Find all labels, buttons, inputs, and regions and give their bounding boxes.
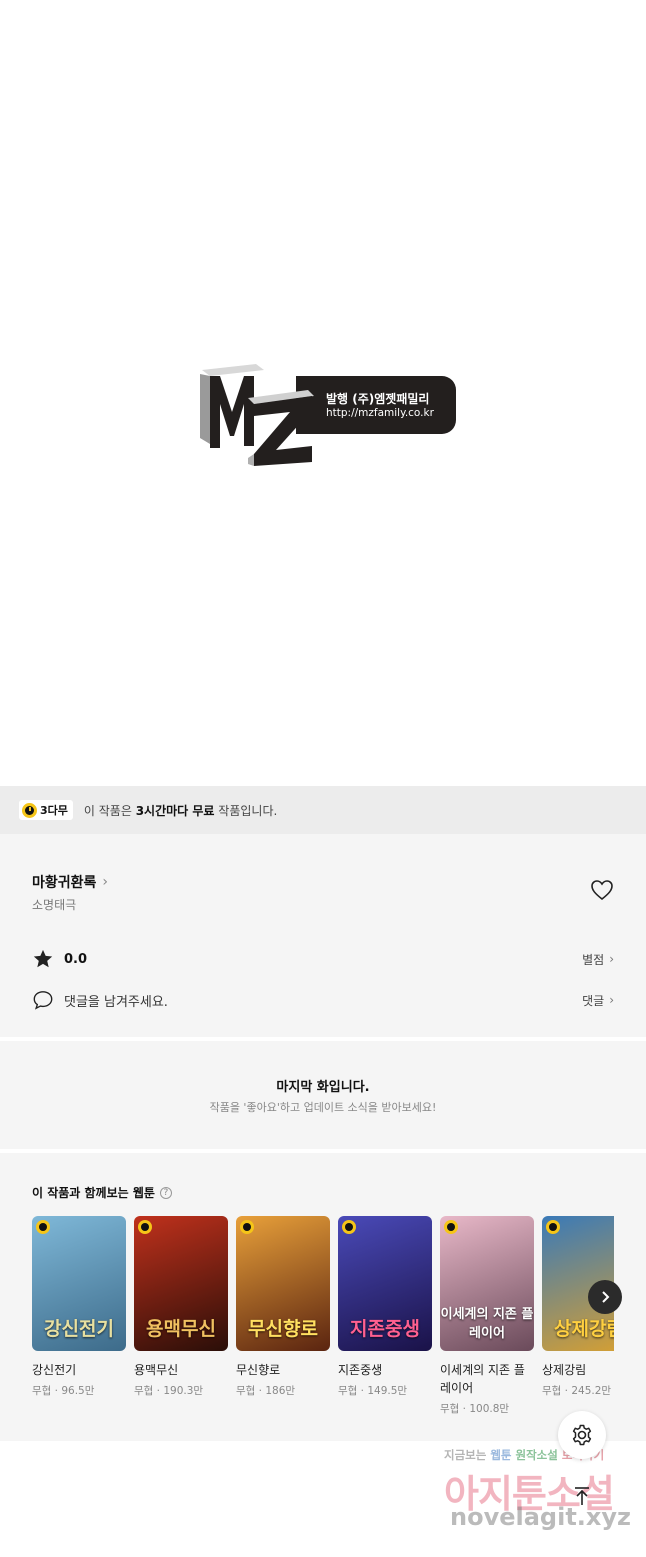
work-title-link[interactable]: 마황귀환록 › xyxy=(32,872,108,892)
publisher-name: 발행 (주)엠젯패밀리 xyxy=(326,392,430,406)
recommendation-carousel: 강신전기 강신전기 무협 · 96.5만 용맥무신 용맥무신 무협 · 190.3만 무신향… xyxy=(32,1216,614,1416)
speech-bubble-icon xyxy=(33,991,53,1010)
comment-row[interactable]: 댓글을 남겨주세요. 댓글 › xyxy=(32,987,614,1013)
cover-title-art: 상제강림 xyxy=(554,1318,614,1340)
recommendation-cover: 무신향로 xyxy=(236,1216,330,1351)
recommendation-title: 상제강림 xyxy=(542,1363,587,1377)
episode-image-area: 발행 (주)엠젯패밀리 http://mzfamily.co.kr xyxy=(0,0,646,786)
recommendation-title: 강신전기 xyxy=(32,1363,77,1377)
recommendation-meta: 무협 · 245.2만 xyxy=(542,1385,612,1397)
watermark: 지금보는 웹툰 원작소설 보러가기 아지툰소설 novelagit.xyz xyxy=(430,1447,640,1547)
help-icon[interactable]: ? xyxy=(159,1186,172,1199)
rating-row: 0.0 별점 › xyxy=(32,946,614,972)
notice-suffix: 작품입니다. xyxy=(214,803,278,818)
recommendations-title: 이 작품과 함께보는 웹툰 xyxy=(32,1186,155,1200)
recommendation-meta: 무협 · 190.3만 xyxy=(134,1385,204,1397)
recommendation-card[interactable]: 무신향로 무신향로 무협 · 186만 xyxy=(236,1216,330,1398)
notice-prefix: 이 작품은 xyxy=(83,803,136,818)
recommendations-heading: 이 작품과 함께보는 웹툰 ? xyxy=(32,1184,172,1201)
star-icon xyxy=(33,949,53,968)
recommendation-card[interactable]: 강신전기 강신전기 무협 · 96.5만 xyxy=(32,1216,126,1398)
cover-title-art: 지존중생 xyxy=(350,1318,420,1340)
notice-highlight: 3시간마다 무료 xyxy=(135,803,215,818)
recommendation-cover: 강신전기 xyxy=(32,1216,126,1351)
clock-icon xyxy=(342,1220,356,1234)
comment-link[interactable]: 댓글 › xyxy=(582,992,614,1009)
recommendations-panel: 이 작품과 함께보는 웹툰 ? 강신전기 강신전기 무협 · 96.5만 용맥무신 용맥… xyxy=(0,1153,646,1441)
recommendation-card[interactable]: 용맥무신 용맥무신 무협 · 190.3만 xyxy=(134,1216,228,1398)
heart-icon[interactable] xyxy=(590,879,614,901)
free-badge: 3다무 xyxy=(19,800,73,820)
watermark-line1-b: 웹툰 xyxy=(490,1448,512,1462)
carousel-next-button[interactable] xyxy=(588,1280,622,1314)
clock-icon xyxy=(546,1220,560,1234)
publisher-url: http://mzfamily.co.kr xyxy=(326,407,434,419)
cover-title-art: 강신전기 xyxy=(44,1318,114,1340)
chevron-right-icon: › xyxy=(609,952,614,966)
recommendation-card[interactable]: 지존중생 지존중생 무협 · 149.5만 xyxy=(338,1216,432,1398)
clock-icon xyxy=(22,802,37,818)
recommendation-cover: 용맥무신 xyxy=(134,1216,228,1351)
arrow-up-icon xyxy=(575,1487,589,1505)
last-episode-panel: 마지막 화입니다. 작품을 '좋아요'하고 업데이트 소식을 받아보세요! xyxy=(0,1041,646,1149)
recommendation-title: 무신향로 xyxy=(236,1363,281,1377)
last-episode-title: 마지막 화입니다. xyxy=(276,1080,370,1095)
recommendation-meta: 무협 · 186만 xyxy=(236,1385,296,1397)
rating-link[interactable]: 별점 › xyxy=(582,951,614,968)
work-title: 마황귀환록 xyxy=(32,875,97,891)
recommendation-meta: 무협 · 100.8만 xyxy=(440,1403,510,1415)
free-badge-label: 3다무 xyxy=(40,804,68,817)
recommendation-title: 용맥무신 xyxy=(134,1363,179,1377)
publisher-logo: 발행 (주)엠젯패밀리 http://mzfamily.co.kr xyxy=(196,362,458,466)
watermark-line1-a: 지금보는 xyxy=(444,1448,491,1462)
clock-icon xyxy=(138,1220,152,1234)
recommendation-cover: 이세계의 지존 플레이어 xyxy=(440,1216,534,1351)
scroll-top-button[interactable] xyxy=(568,1482,596,1510)
recommendation-meta: 무협 · 149.5만 xyxy=(338,1385,408,1397)
rating-link-label: 별점 xyxy=(582,952,605,967)
recommendation-card[interactable]: 이세계의 지존 플레이어 이세계의 지존 플레이어 무협 · 100.8만 xyxy=(440,1216,534,1416)
free-notice-bar: 3다무 이 작품은 3시간마다 무료 작품입니다. xyxy=(0,786,646,834)
recommendation-cover: 지존중생 xyxy=(338,1216,432,1351)
cover-title-art: 무신향로 xyxy=(248,1318,318,1340)
settings-button[interactable] xyxy=(558,1411,606,1459)
recommendation-meta: 무협 · 96.5만 xyxy=(32,1385,95,1397)
cover-title-art: 이세계의 지존 플레이어 xyxy=(440,1307,534,1341)
recommendation-title: 이세계의 지존 플레이어 xyxy=(440,1363,525,1395)
comment-link-label: 댓글 xyxy=(582,993,605,1008)
chevron-right-icon: › xyxy=(102,874,109,890)
rating-value: 0.0 xyxy=(64,951,88,967)
free-notice-text: 이 작품은 3시간마다 무료 작품입니다. xyxy=(84,802,277,819)
gear-icon xyxy=(572,1424,592,1446)
clock-icon xyxy=(36,1220,50,1234)
work-author: 소명태극 xyxy=(32,898,77,912)
last-episode-subtitle: 작품을 '좋아요'하고 업데이트 소식을 받아보세요! xyxy=(209,1101,437,1114)
watermark-line1-c: 원작소설 xyxy=(511,1448,558,1462)
recommendation-title: 지존중생 xyxy=(338,1363,383,1377)
cover-title-art: 용맥무신 xyxy=(146,1318,216,1340)
chevron-right-icon: › xyxy=(609,993,614,1007)
clock-icon xyxy=(240,1220,254,1234)
mz-logo-mark xyxy=(200,364,314,466)
watermark-line3: novelagit.xyz xyxy=(450,1503,632,1531)
chevron-right-icon xyxy=(602,1291,610,1303)
work-info-panel: 마황귀환록 › 소명태극 0.0 별점 › 댓글을 남겨주세요. 댓글 › xyxy=(0,834,646,1037)
comment-prompt: 댓글을 남겨주세요. xyxy=(64,994,168,1010)
clock-icon xyxy=(444,1220,458,1234)
